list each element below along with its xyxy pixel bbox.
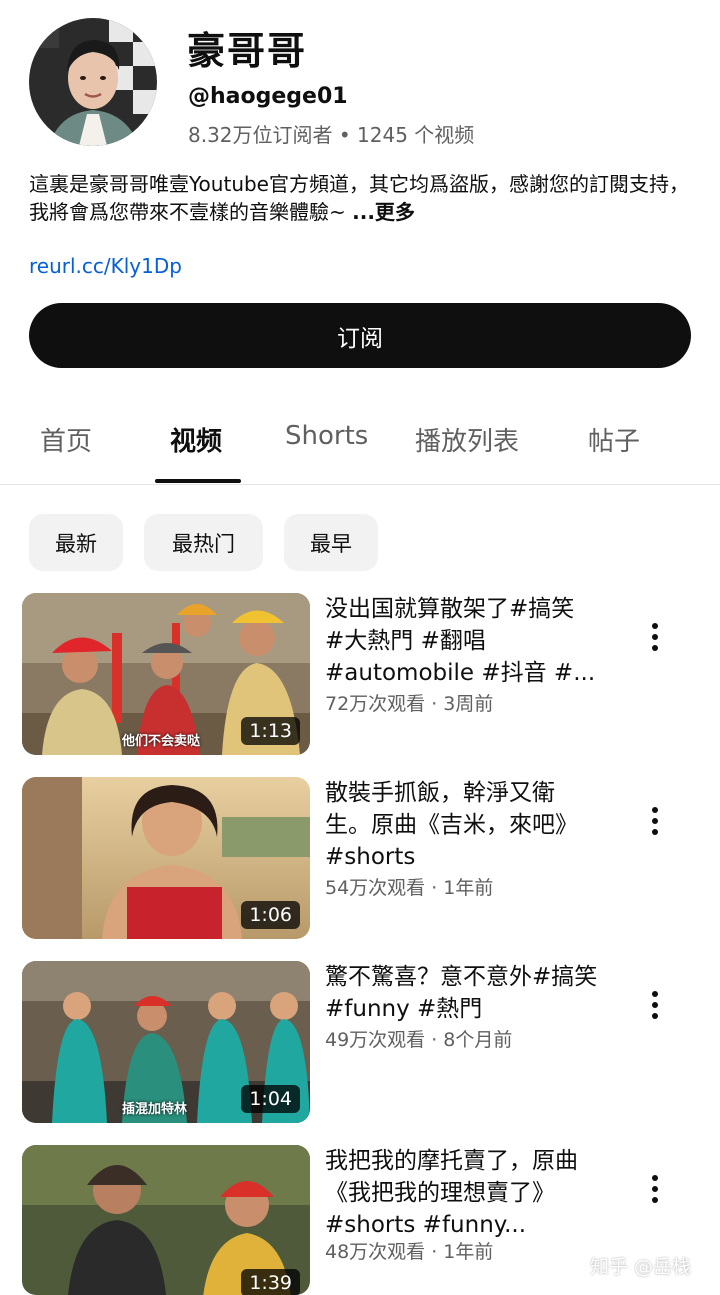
video-meta: 54万次观看 · 1年前 — [325, 877, 494, 899]
tab-shorts[interactable]: Shorts — [285, 421, 368, 451]
watermark: 知乎 @岳栈 — [590, 1256, 692, 1278]
channel-name: 豪哥哥 — [187, 29, 308, 73]
thumbnail-caption: 他们不会卖哒 — [122, 734, 201, 749]
video-duration: 1:04 — [241, 1085, 300, 1113]
tab-home[interactable]: 首页 — [40, 421, 92, 458]
more-options-icon[interactable] — [640, 801, 670, 841]
active-tab-indicator — [155, 479, 241, 483]
video-meta: 48万次观看 · 1年前 — [325, 1241, 494, 1263]
thumbnail-caption: 插混加特林 — [122, 1102, 188, 1117]
video-thumbnail[interactable]: 1:06 — [22, 777, 310, 939]
video-item[interactable]: 1:06 散裝手抓飯，幹淨又衛生。原曲《吉米，來吧》#shorts 54万次观看… — [0, 777, 720, 942]
video-meta: 49万次观看 · 8个月前 — [325, 1029, 513, 1051]
filter-chip-popular[interactable]: 最热门 — [144, 514, 263, 571]
channel-description[interactable]: 這裏是豪哥哥唯壹Youtube官方頻道，其它均爲盜版，感謝您的訂閱支持，我將會爲… — [29, 170, 697, 226]
video-thumbnail[interactable]: 1:39 — [22, 1145, 310, 1295]
video-title[interactable]: 我把我的摩托賣了，原曲《我把我的理想賣了》#shorts #funny... — [325, 1145, 600, 1241]
more-options-icon[interactable] — [640, 617, 670, 657]
video-duration: 1:39 — [241, 1269, 300, 1295]
channel-stats: 8.32万位订阅者 • 1245 个视频 — [188, 123, 475, 147]
video-item[interactable]: 他们不会卖哒 1:13 没出国就算散架了#搞笑 #大熱門 #翻唱 #automo… — [0, 593, 720, 758]
video-item[interactable]: 插混加特林 1:04 驚不驚喜？意不意外#搞笑 #funny #熱門 49万次观… — [0, 961, 720, 1126]
channel-handle: @haogege01 — [188, 84, 348, 109]
channel-link[interactable]: reurl.cc/Kly1Dp — [29, 254, 182, 278]
subscribe-button[interactable]: 订阅 — [29, 303, 691, 368]
channel-avatar[interactable] — [29, 18, 157, 146]
filter-chip-oldest[interactable]: 最早 — [284, 514, 378, 571]
video-title[interactable]: 驚不驚喜？意不意外#搞笑 #funny #熱門 — [325, 961, 600, 1025]
video-duration: 1:13 — [241, 717, 300, 745]
filter-chip-latest[interactable]: 最新 — [29, 514, 123, 571]
more-link[interactable]: ...更多 — [352, 200, 415, 224]
video-meta: 72万次观看 · 3周前 — [325, 693, 494, 715]
more-options-icon[interactable] — [640, 1169, 670, 1209]
video-title[interactable]: 没出国就算散架了#搞笑 #大熱門 #翻唱 #automobile #抖音 #..… — [325, 593, 600, 689]
more-options-icon[interactable] — [640, 985, 670, 1025]
tab-posts[interactable]: 帖子 — [588, 421, 640, 458]
video-thumbnail[interactable]: 插混加特林 1:04 — [22, 961, 310, 1123]
channel-tabs: 首页 视频 Shorts 播放列表 帖子 — [0, 405, 720, 485]
video-duration: 1:06 — [241, 901, 300, 929]
tab-playlists[interactable]: 播放列表 — [415, 421, 519, 458]
tab-videos[interactable]: 视频 — [170, 421, 222, 458]
video-title[interactable]: 散裝手抓飯，幹淨又衛生。原曲《吉米，來吧》#shorts — [325, 777, 600, 873]
video-thumbnail[interactable]: 他们不会卖哒 1:13 — [22, 593, 310, 755]
